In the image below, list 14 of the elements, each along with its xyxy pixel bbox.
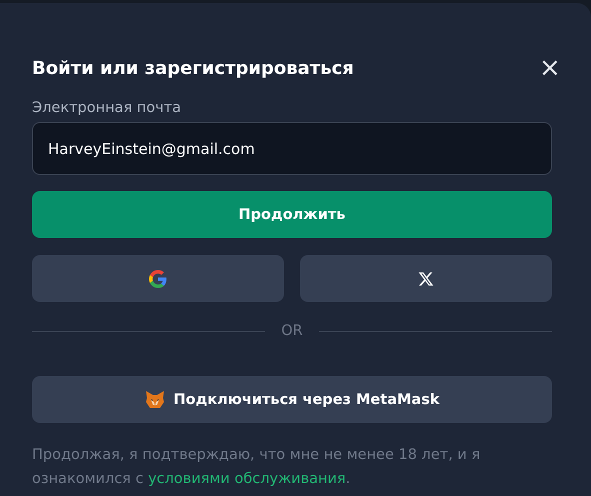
divider-text: OR: [281, 323, 303, 339]
continue-button[interactable]: Продолжить: [32, 191, 552, 238]
x-logo-icon: [418, 270, 434, 286]
legal-text: Продолжая, я подтверждаю, что мне не менее 18 лет, и я ознакомился с условиями обслуживания.: [32, 446, 482, 489]
close-button[interactable]: ×: [539, 56, 559, 80]
field-label: Электронная почта: [32, 100, 182, 116]
x-button[interactable]: [300, 255, 552, 302]
terms-link[interactable]: условиями обслуживания: [148, 471, 346, 487]
metamask-button[interactable]: Подключиться через MetaMask: [32, 376, 552, 423]
google-icon: [149, 270, 167, 288]
dialog-title: Войти или зарегистрироваться: [32, 58, 354, 78]
google-button[interactable]: [32, 255, 284, 302]
email-field[interactable]: HarveyEinstein@gmail.com: [32, 122, 552, 175]
fox-icon: [144, 390, 165, 409]
